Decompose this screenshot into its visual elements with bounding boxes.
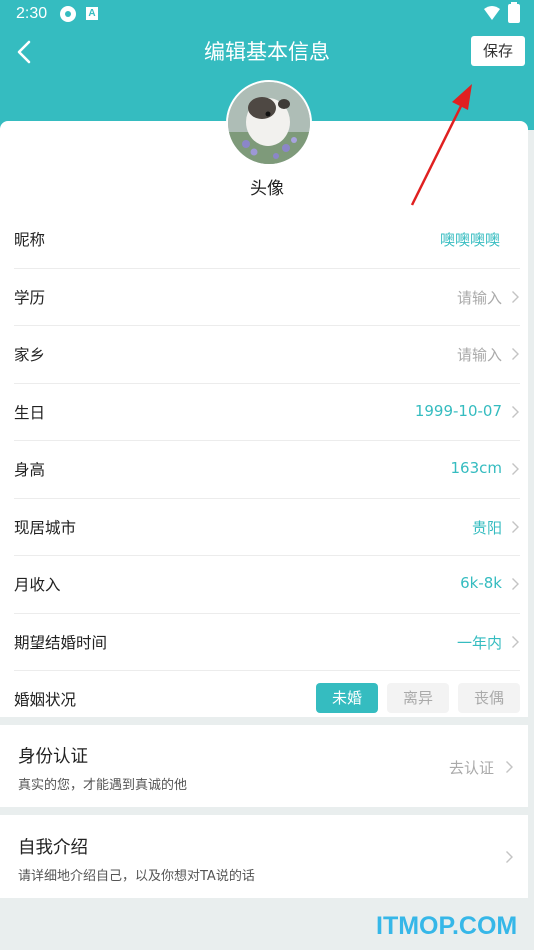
wifi-icon <box>484 6 500 20</box>
field-row-marriage-time[interactable]: 期望结婚时间 一年内 <box>14 614 520 671</box>
chevron-right-icon <box>512 463 519 475</box>
chevron-right-icon <box>512 578 519 590</box>
section-title: 身份认证 <box>18 747 88 767</box>
field-label: 现居城市 <box>14 518 77 537</box>
verify-link[interactable]: 去认证 <box>449 757 494 778</box>
marital-options: 未婚 离异 丧偶 <box>316 683 520 713</box>
section-subtitle: 请详细地介绍自己，以及你想对TA说的话 <box>18 869 255 884</box>
field-row-education[interactable]: 学历 请输入 <box>14 269 520 326</box>
self-intro-section[interactable]: 自我介绍 请详细地介绍自己，以及你想对TA说的话 <box>0 815 528 898</box>
page-title: 编辑基本信息 <box>204 40 330 64</box>
save-button[interactable]: 保存 <box>471 36 525 66</box>
avatar-label: 头像 <box>250 179 284 199</box>
field-row-nickname[interactable]: 昵称 噢噢噢噢 <box>14 211 520 269</box>
avatar[interactable] <box>226 80 312 166</box>
field-label: 月收入 <box>14 576 61 594</box>
status-time: 2:30 <box>16 5 48 22</box>
field-label: 学历 <box>14 288 46 307</box>
watermark: ITMOP.COM <box>376 912 518 940</box>
chevron-right-icon <box>512 635 519 648</box>
chevron-right-icon <box>512 348 519 360</box>
field-value: 一年内 <box>456 633 502 652</box>
field-row-marital-status: 婚姻状况 未婚 离异 丧偶 <box>14 671 520 728</box>
field-label: 婚姻状况 <box>14 691 77 709</box>
chevron-right-icon <box>512 405 519 418</box>
field-row-current-city[interactable]: 现居城市 贵阳 <box>14 499 520 556</box>
chevron-right-icon <box>506 851 513 863</box>
status-bar: 2:30 A <box>0 0 534 28</box>
battery-icon <box>508 2 520 23</box>
field-value: 噢噢噢噢 <box>439 231 500 249</box>
profile-field-list: 昵称 噢噢噢噢 学历 请输入 家乡 请输入 生日 1999-10-07 身高 1… <box>14 211 520 728</box>
field-label: 昵称 <box>14 231 46 249</box>
section-title: 自我介绍 <box>18 838 88 858</box>
notification-icon <box>60 6 76 22</box>
chevron-right-icon <box>506 761 513 773</box>
field-row-height[interactable]: 身高 163cm <box>14 441 520 499</box>
field-row-income[interactable]: 月收入 6k-8k <box>14 556 520 614</box>
field-value: 163cm <box>450 459 503 477</box>
field-label: 身高 <box>14 461 46 479</box>
field-label: 期望结婚时间 <box>14 633 108 652</box>
identity-verification-section[interactable]: 身份认证 真实的您，才能遇到真诚的他 去认证 <box>0 725 528 807</box>
field-row-birthday[interactable]: 生日 1999-10-07 <box>14 384 520 441</box>
field-value: 请输入 <box>456 346 502 364</box>
avatar-photo <box>228 82 310 164</box>
marital-option-divorced[interactable]: 离异 <box>387 683 449 713</box>
section-subtitle: 真实的您，才能遇到真诚的他 <box>18 778 188 793</box>
field-value: 请输入 <box>456 288 502 307</box>
chevron-right-icon <box>512 290 519 303</box>
field-value: 1999-10-07 <box>414 401 502 420</box>
chevron-right-icon <box>512 520 519 533</box>
app-badge-icon: A <box>86 7 98 20</box>
field-label: 生日 <box>14 403 46 422</box>
field-value: 6k-8k <box>460 574 502 592</box>
marital-option-single[interactable]: 未婚 <box>316 683 378 713</box>
field-value: 贵阳 <box>471 518 502 537</box>
marital-option-widowed[interactable]: 丧偶 <box>458 683 520 713</box>
field-label: 家乡 <box>14 346 46 364</box>
field-row-hometown[interactable]: 家乡 请输入 <box>14 326 520 384</box>
